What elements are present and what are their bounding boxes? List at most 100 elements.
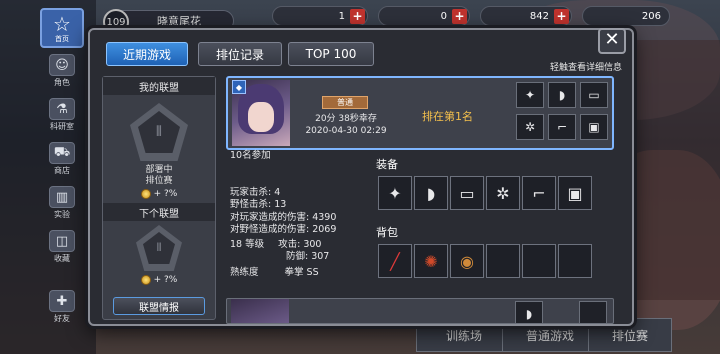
currency-chip[interactable]: 1 +: [272, 6, 368, 26]
rail-item-shop[interactable]: ⛟ 商店: [40, 142, 84, 176]
attack-stat: 攻击: 300: [278, 238, 322, 250]
rail-item-experiment[interactable]: ▥ 实验: [40, 186, 84, 220]
placement-rank: 排在第1名: [422, 110, 473, 123]
match-card[interactable]: ◆ 普通 20分 38秒幸存 2020-04-30 02:29 排在第1名 ✦ …: [226, 76, 614, 150]
rail-item-character[interactable]: ☺ 角色: [40, 54, 84, 88]
rail-item-friends[interactable]: ✚ 好友: [40, 290, 84, 324]
bag-slot[interactable]: ✺: [414, 244, 448, 278]
box-item-icon: ▣: [567, 183, 583, 203]
item-slot[interactable]: ▭: [580, 82, 608, 108]
next-alliance-emblem: ⫴: [136, 225, 182, 271]
crab-item-icon: ✺: [424, 251, 438, 271]
my-alliance-bonus: + ?%: [103, 189, 215, 199]
my-alliance-emblem: ⫴: [130, 103, 188, 161]
next-alliance-title: 下个联盟: [103, 203, 215, 221]
bag-title: 背包: [376, 226, 398, 239]
alliance-info-button[interactable]: 联盟情报: [113, 297, 205, 315]
rail-item-lab[interactable]: ⚗ 科研室: [40, 98, 84, 132]
laptop-item-icon: ▭: [588, 88, 600, 102]
rail-item-collection[interactable]: ◫ 收藏: [40, 230, 84, 264]
item-slot[interactable]: ◗: [548, 82, 576, 108]
mode-badge: 普通: [322, 96, 368, 109]
defense-stat: 防御: 307: [286, 251, 330, 262]
game-screen: ☆ 首页 ☺ 角色 ⚗ 科研室 ⛟ 商店 ▥ 实验 ◫ 收藏 ✚ 好友 109 晓意尾花 1…: [0, 0, 720, 354]
player-kills: 玩家击杀: 4: [230, 186, 281, 198]
equipment-slot[interactable]: ◗: [414, 176, 448, 210]
currency-chip[interactable]: 0 +: [378, 6, 470, 26]
equipment-slot[interactable]: ✲: [486, 176, 520, 210]
match-card-next[interactable]: ◗: [226, 298, 614, 324]
character-portrait: [231, 299, 289, 323]
home-star-button[interactable]: ☆ 首页: [40, 8, 84, 48]
boots-item-icon: ◗: [558, 88, 566, 102]
my-alliance-status: 部署中: [145, 165, 173, 175]
equipment-slot[interactable]: ▭: [450, 176, 484, 210]
item-slot[interactable]: ✲: [516, 114, 544, 140]
bag-slot[interactable]: ◉: [450, 244, 484, 278]
lock-icon: ⫴: [138, 111, 180, 153]
match-stats: 10名参加 玩家击杀: 4 野怪击杀: 13 对玩家造成的伤害: 4390 对野…: [230, 150, 380, 279]
detail-hint: 轻触查看详细信息: [549, 63, 622, 73]
currency-chip[interactable]: 842 +: [480, 6, 572, 26]
gamepad-icon: ✚: [49, 290, 75, 312]
gun-item-icon: ⌐: [532, 183, 546, 203]
star-icon: ☆: [53, 12, 71, 36]
gear-item-icon: ✦: [388, 183, 402, 203]
my-alliance-title: 我的联盟: [103, 77, 215, 95]
plus-icon[interactable]: +: [554, 9, 569, 24]
item-slot[interactable]: ⌐: [548, 114, 576, 140]
coin-icon: [140, 275, 151, 285]
bag-slot-empty[interactable]: [522, 244, 556, 278]
survival-duration: 20分 38秒幸存: [315, 114, 377, 124]
item-slot[interactable]: ◗: [515, 301, 543, 323]
monster-damage: 对野怪造成的伤害: 2069: [230, 224, 337, 235]
plus-icon[interactable]: +: [452, 9, 467, 24]
player-damage: 对玩家造成的伤害: 4390: [230, 211, 337, 223]
gun-item-icon: ⌐: [556, 120, 568, 134]
next-alliance-bonus: + ?%: [103, 275, 215, 285]
character-level: 18 等级: [230, 238, 265, 250]
flask-icon: ⚗: [49, 98, 75, 120]
cart-icon: ⛟: [49, 142, 75, 164]
bag-slot-empty[interactable]: [486, 244, 520, 278]
book-icon: ◫: [49, 230, 75, 252]
home-label: 首页: [55, 35, 69, 43]
bag-slot[interactable]: ╱: [378, 244, 412, 278]
box-item-icon: ▣: [588, 120, 600, 134]
rank-corner-icon: ◆: [232, 80, 246, 94]
item-slot[interactable]: ▣: [580, 114, 608, 140]
close-icon: ✕: [604, 29, 620, 50]
plus-icon[interactable]: +: [350, 9, 365, 24]
monster-kills: 野怪击杀: 13: [230, 199, 287, 210]
lock-icon: ⫴: [143, 232, 175, 264]
equipment-slot[interactable]: ✦: [378, 176, 412, 210]
tab-top-100[interactable]: TOP 100: [288, 42, 374, 66]
character-portrait: ◆: [232, 80, 290, 146]
spider-item-icon: ✲: [524, 120, 536, 134]
coin-icon: [140, 189, 151, 199]
equipment-slot[interactable]: ▣: [558, 176, 592, 210]
close-button[interactable]: ✕: [598, 28, 626, 54]
proficiency-value: 拳掌 SS: [284, 266, 319, 278]
proficiency-label: 熟练度: [230, 266, 259, 278]
item-slot[interactable]: ✦: [516, 82, 544, 108]
participants: 10名参加: [230, 150, 271, 161]
player-name: 晓意尾花: [157, 15, 201, 28]
tab-ranked-records[interactable]: 排位记录: [198, 42, 282, 66]
bag-slot-empty[interactable]: [558, 244, 592, 278]
match-datetime: 2020-04-30 02:29: [305, 126, 387, 136]
item-slot[interactable]: [579, 301, 607, 323]
currency-chip[interactable]: 206: [582, 6, 670, 26]
equipment-slot[interactable]: ⌐: [522, 176, 556, 210]
spider-item-icon: ✲: [496, 183, 510, 203]
books-icon: ▥: [49, 186, 75, 208]
tab-recent-games[interactable]: 近期游戏: [106, 42, 188, 66]
boots-item-icon: ◗: [525, 307, 533, 321]
dynamite-item-icon: ╱: [390, 251, 400, 271]
laptop-item-icon: ▭: [459, 183, 475, 203]
match-history-modal: 近期游戏 排位记录 TOP 100 轻触查看详细信息 我的联盟 ⫴ 部署中 排位…: [88, 28, 634, 326]
match-time: 20分 38秒幸存 2020-04-30 02:29: [302, 113, 390, 137]
gear-item-icon: ✦: [524, 88, 536, 102]
equipment-title: 装备: [376, 158, 398, 171]
boots-item-icon: ◗: [426, 183, 436, 203]
